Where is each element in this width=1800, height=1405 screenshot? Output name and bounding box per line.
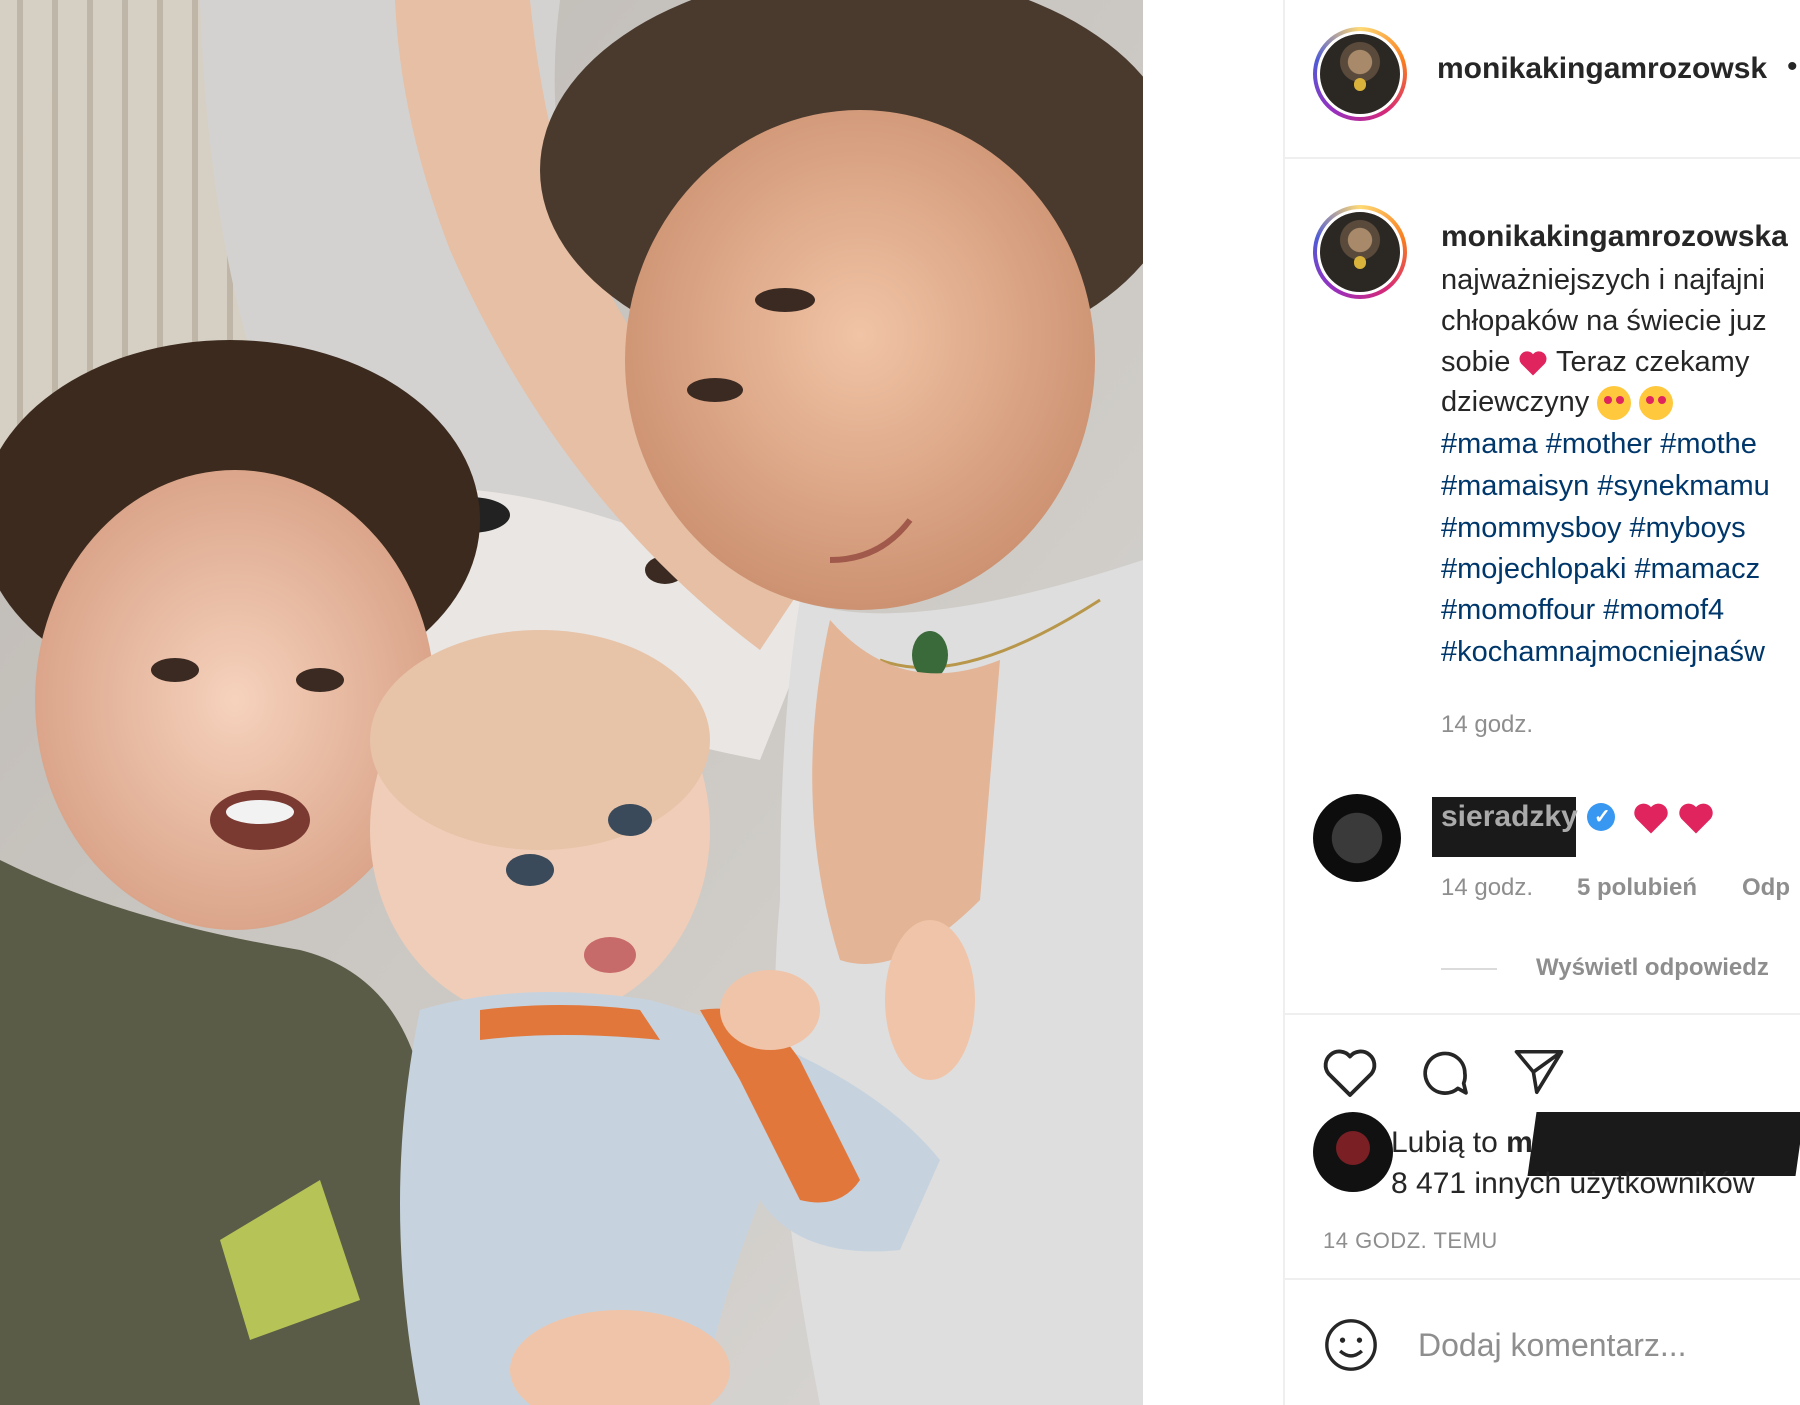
hashtags-line-6[interactable]: #kochamnajmocniejnaśw [1441,636,1765,669]
caption-time[interactable]: 14 godz. [1441,711,1533,739]
like-heart-icon[interactable] [1321,1045,1379,1099]
caption-line-1: najważniejszych i najfajni [1441,264,1765,296]
comment-likes[interactable]: 5 polubień [1577,874,1697,902]
panel-divider [1283,0,1285,1405]
likes-others[interactable]: 8 471 innych użytkowników [1391,1167,1755,1201]
post-photo[interactable] [0,0,1143,1405]
view-replies-button[interactable]: Wyświetl odpowiedz [1536,954,1769,982]
hashtags-line-4[interactable]: #mojechlopaki #mamacz [1441,553,1760,586]
post-time-ago[interactable]: 14 GODZ. TEMU [1323,1228,1498,1254]
header-divider [1285,157,1800,159]
comments-divider [1285,1013,1800,1015]
commenter-avatar[interactable] [1313,794,1401,882]
share-send-icon[interactable] [1510,1045,1568,1099]
author-avatar[interactable] [1313,27,1407,121]
caption-line-4: dziewczyny [1441,386,1674,421]
red-heart-icon [1519,351,1547,376]
replies-line [1441,968,1497,970]
hashtags-line-3[interactable]: #mommysboy #myboys [1441,512,1746,545]
hashtags-line-5[interactable]: #momoffour #momof4 [1441,594,1724,627]
caption-line-2: chłopaków na świecie juz [1441,305,1767,337]
caption-text-teraz: Teraz czekamy [1555,346,1750,378]
likes-prefix: Lubią to [1391,1126,1498,1159]
comment-reply-button[interactable]: Odp [1742,874,1790,902]
comment-heart-icon [1634,803,1668,834]
comment-time[interactable]: 14 godz. [1441,874,1533,902]
hashtags-line-1[interactable]: #mama #mother #mothe [1441,428,1757,461]
header-separator: • [1787,50,1798,83]
commenter-username[interactable]: sieradzky [1441,800,1578,834]
verified-badge-icon [1587,803,1615,831]
caption-author[interactable]: monikakingamrozowska [1441,220,1788,254]
add-comment-input[interactable]: Dodaj komentarz... [1418,1327,1687,1364]
emoji-smiley-icon[interactable] [1322,1316,1380,1374]
comment-icon[interactable] [1416,1045,1474,1101]
heart-eyes-emoji-icon [1639,386,1674,421]
hashtags-line-2[interactable]: #mamaisyn #synekmamu [1441,470,1770,503]
smiling-hearts-emoji-icon [1597,386,1632,421]
caption-line-3: sobie Teraz czekamy [1441,346,1749,379]
caption-avatar[interactable] [1313,205,1407,299]
caption-text-dziewczyny: dziewczyny [1441,386,1590,418]
author-username[interactable]: monikakingamrozowsk [1437,52,1767,86]
caption-text-sobie: sobie [1441,346,1511,378]
add-comment-divider [1285,1278,1800,1280]
liker-avatar[interactable] [1313,1112,1393,1192]
comment-heart-icon [1679,803,1713,834]
